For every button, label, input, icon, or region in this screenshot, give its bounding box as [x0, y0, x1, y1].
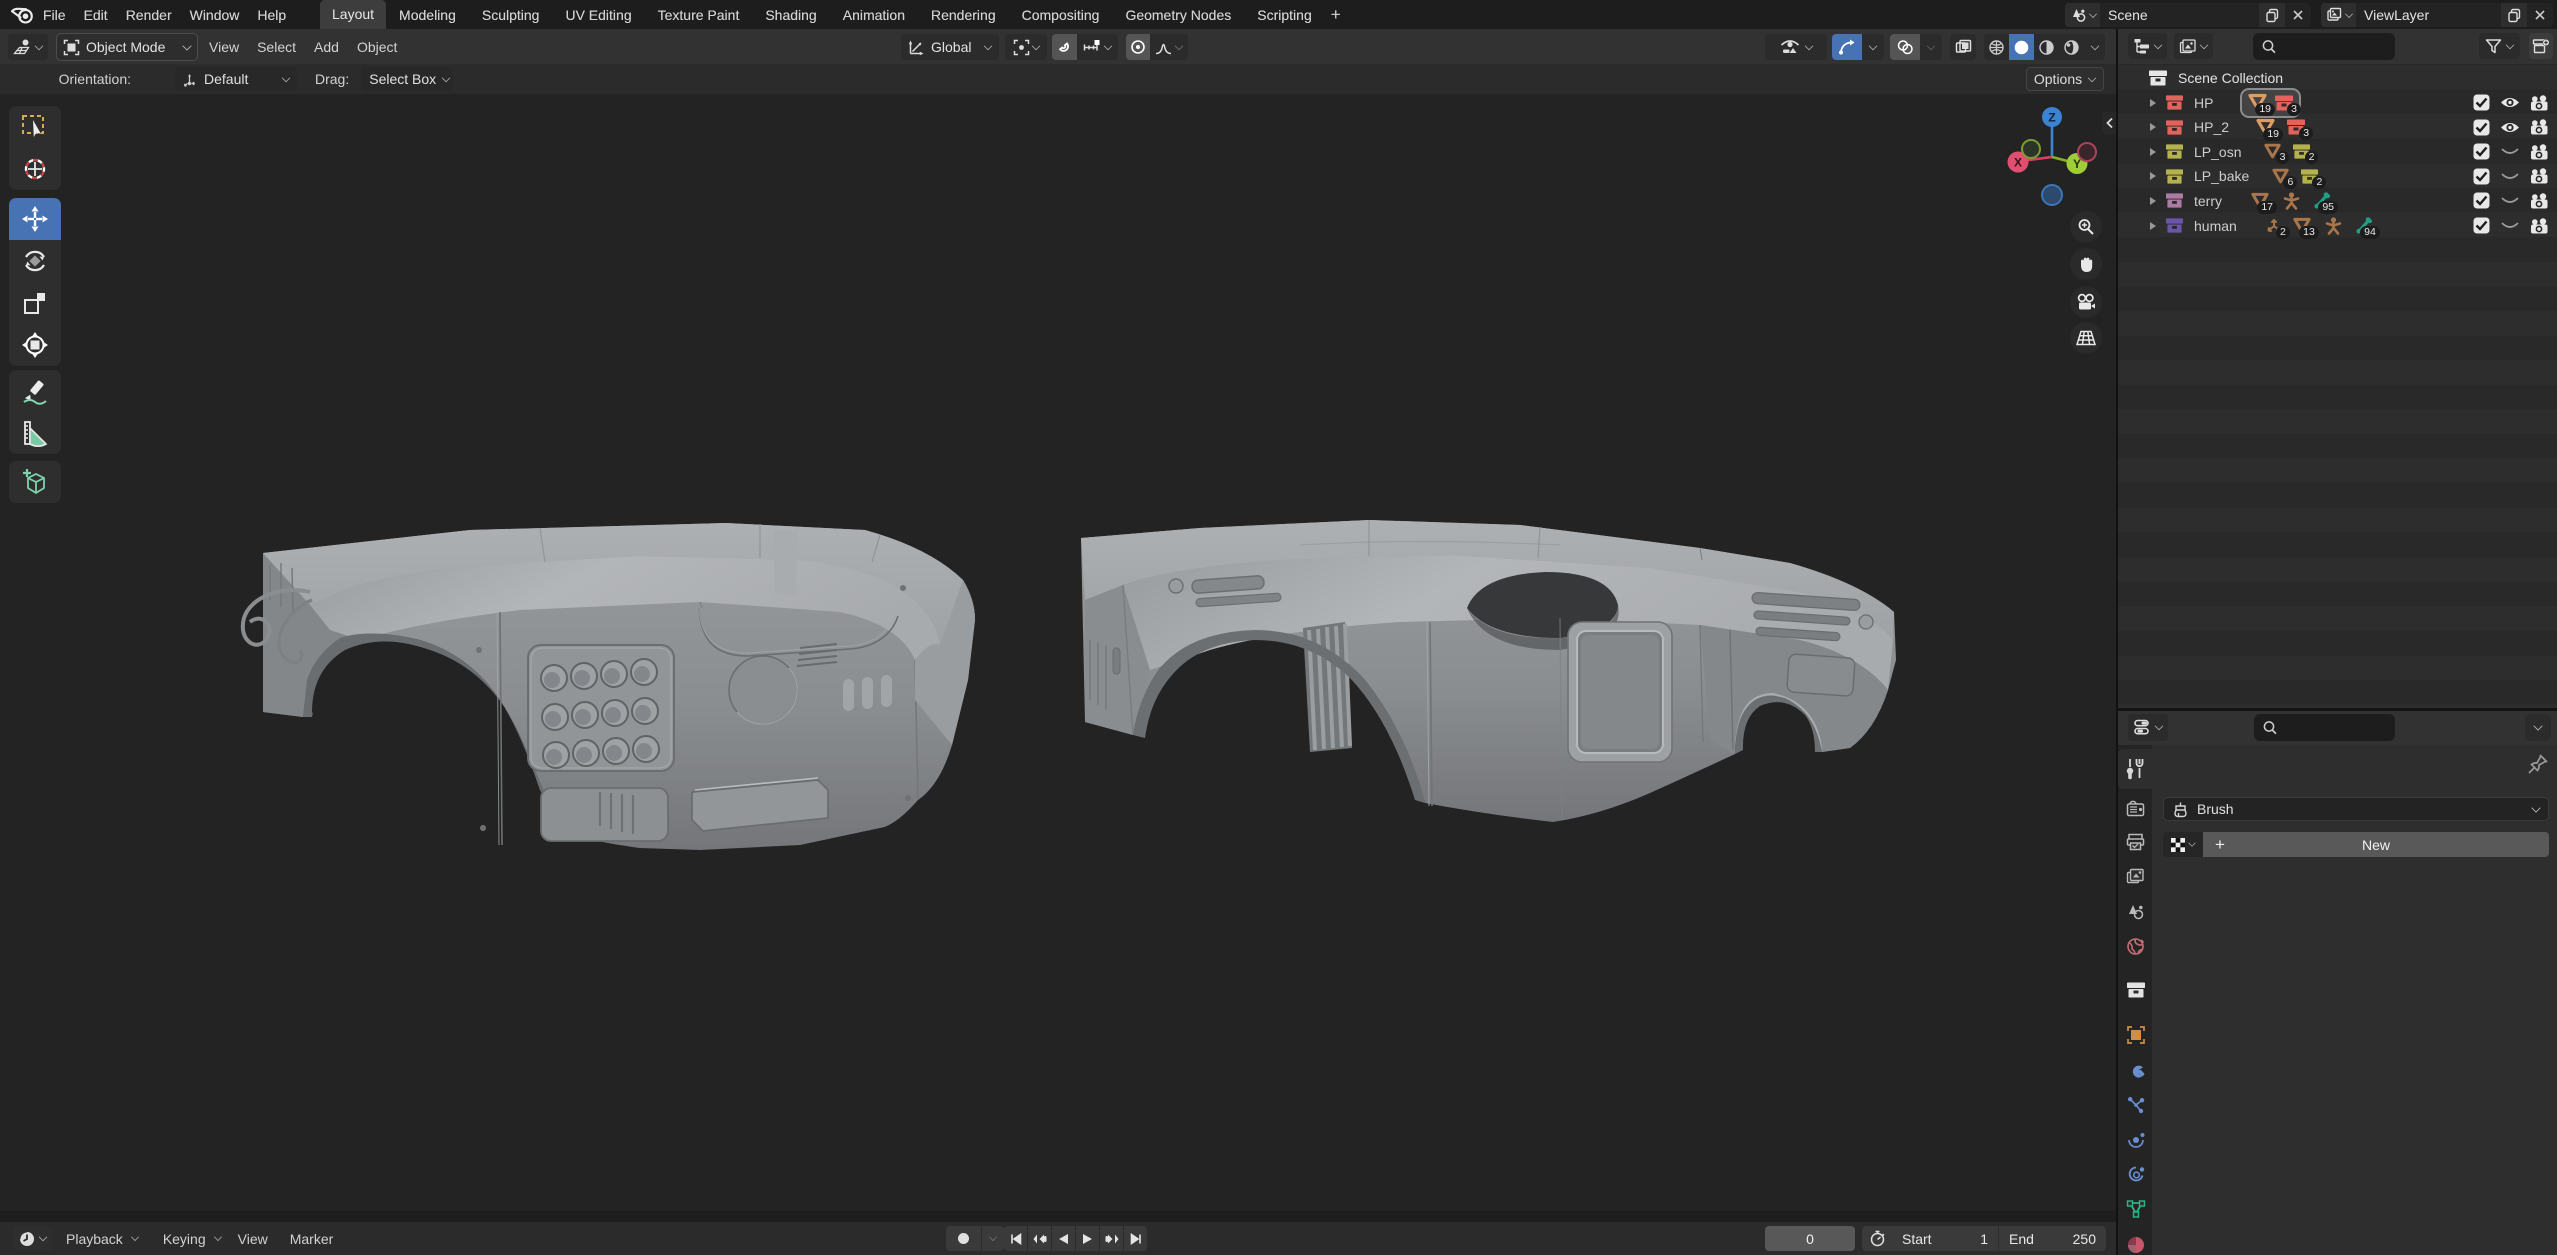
svg-text:Y: Y	[2073, 157, 2081, 171]
svg-text:Z: Z	[2048, 111, 2055, 125]
svg-text:X: X	[2014, 156, 2022, 170]
